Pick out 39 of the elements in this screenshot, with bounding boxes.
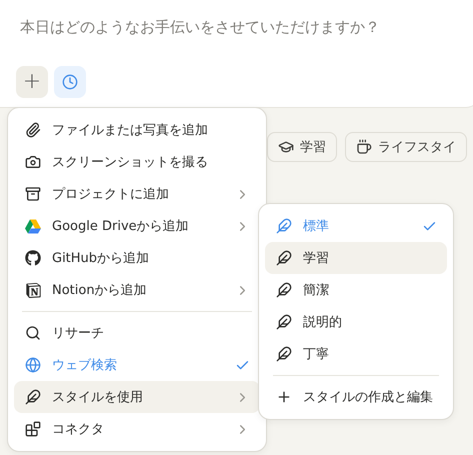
archive-icon bbox=[25, 186, 41, 202]
feather-icon bbox=[276, 346, 292, 362]
style-item[interactable]: 説明的 bbox=[265, 306, 447, 338]
menu-item[interactable]: ファイルまたは写真を追加 bbox=[14, 114, 260, 146]
menu-item[interactable]: リサーチ bbox=[14, 317, 260, 349]
paperclip-icon bbox=[25, 122, 41, 138]
add-button[interactable]: + bbox=[16, 66, 48, 98]
feather-icon bbox=[276, 282, 292, 298]
style-item[interactable]: 学習 bbox=[265, 242, 447, 274]
globe-icon bbox=[25, 357, 41, 373]
menu-item[interactable]: コネクタ bbox=[14, 413, 260, 445]
notion-icon bbox=[26, 282, 40, 298]
drive-icon bbox=[25, 218, 41, 234]
menu-item[interactable]: スタイルを使用 bbox=[14, 381, 260, 413]
feather-icon bbox=[276, 314, 292, 330]
search-icon bbox=[25, 325, 41, 341]
coffee-icon bbox=[356, 139, 372, 155]
menu-item[interactable]: プロジェクトに追加 bbox=[14, 178, 260, 210]
style-item[interactable]: 丁寧 bbox=[265, 338, 447, 370]
feather-icon bbox=[276, 250, 292, 266]
feather-icon bbox=[276, 218, 292, 234]
style-item[interactable]: 標準 bbox=[265, 210, 447, 242]
clock-icon bbox=[62, 74, 78, 90]
plus-icon bbox=[276, 389, 292, 405]
feather-icon bbox=[25, 389, 41, 405]
style-item[interactable]: 簡潔 bbox=[265, 274, 447, 306]
style-chip[interactable]: ライフスタイ bbox=[345, 132, 467, 162]
github-icon bbox=[25, 250, 41, 266]
graduation-cap-icon bbox=[278, 139, 294, 155]
camera-icon bbox=[25, 154, 41, 170]
menu-item[interactable]: GitHubから追加 bbox=[14, 242, 260, 274]
prompt-placeholder[interactable]: 本日はどのようなお手伝いをさせていただけますか？ bbox=[16, 18, 459, 56]
blocks-icon bbox=[25, 421, 41, 437]
menu-item[interactable]: スクリーンショットを撮る bbox=[14, 146, 260, 178]
menu-item[interactable]: Google Driveから追加 bbox=[14, 210, 260, 242]
clock-button[interactable] bbox=[54, 66, 86, 98]
style-chip[interactable]: 学習 bbox=[267, 132, 337, 162]
menu-item[interactable]: Notionから追加 bbox=[14, 274, 260, 306]
create-style-item[interactable]: スタイルの作成と編集 bbox=[265, 381, 447, 413]
